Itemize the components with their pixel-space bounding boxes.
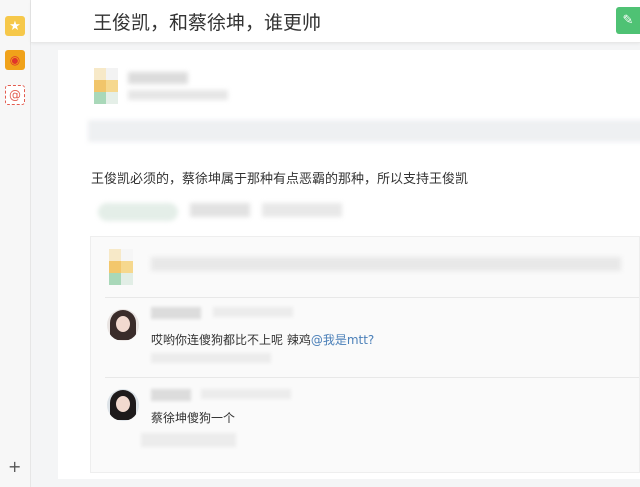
share-button[interactable] (262, 203, 342, 217)
pencil-icon: ✎ (622, 13, 634, 28)
left-sidebar: ★ ◉ @ + (0, 0, 31, 487)
question-title: 王俊凯，和蔡徐坤，谁更帅 (93, 12, 322, 34)
answer-card: 王俊凯必须的，蔡徐坤属于那种有点恶霸的那种，所以支持王俊凯 哎哟你连傻狗都比不上… (58, 50, 640, 479)
comment-time (213, 307, 293, 317)
comment-body: 蔡徐坤傻狗一个 (151, 411, 236, 425)
author-avatar[interactable] (94, 68, 118, 104)
comment-section: 哎哟你连傻狗都比不上呢 辣鸡@我是mtt? 蔡徐坤傻狗一个 (90, 236, 640, 473)
author-name (128, 72, 188, 84)
commenter-avatar[interactable] (107, 309, 139, 341)
comment-divider (105, 297, 639, 298)
write-answer-button[interactable]: ✎ (616, 7, 640, 34)
author-bio (128, 90, 228, 100)
add-icon[interactable]: + (8, 459, 21, 475)
weibo-icon[interactable]: ◉ (5, 50, 25, 70)
answer-meta (88, 120, 640, 142)
comment-actions[interactable] (151, 353, 271, 363)
question-header: 王俊凯，和蔡徐坤，谁更帅 ✎ (31, 0, 640, 43)
comment-body: 哎哟你连傻狗都比不上呢 辣鸡 (151, 333, 311, 347)
comment-box-avatar (109, 249, 133, 285)
comment-time (201, 389, 291, 399)
commenter-avatar[interactable] (107, 389, 139, 421)
commenter-name[interactable] (151, 307, 201, 319)
comment-text: 蔡徐坤傻狗一个 (151, 409, 235, 426)
comment-count[interactable] (190, 203, 250, 217)
comment-input[interactable] (151, 257, 621, 271)
vote-button[interactable] (98, 203, 178, 221)
comment-actions[interactable] (141, 433, 236, 447)
commenter-name[interactable] (151, 389, 191, 401)
star-icon[interactable]: ★ (5, 16, 25, 36)
answer-content: 王俊凯必须的，蔡徐坤属于那种有点恶霸的那种，所以支持王俊凯 (91, 172, 469, 187)
at-icon[interactable]: @ (5, 85, 25, 105)
comment-text: 哎哟你连傻狗都比不上呢 辣鸡@我是mtt? (151, 331, 374, 348)
mention-link[interactable]: @我是mtt? (311, 333, 374, 347)
comment-divider (105, 377, 639, 378)
